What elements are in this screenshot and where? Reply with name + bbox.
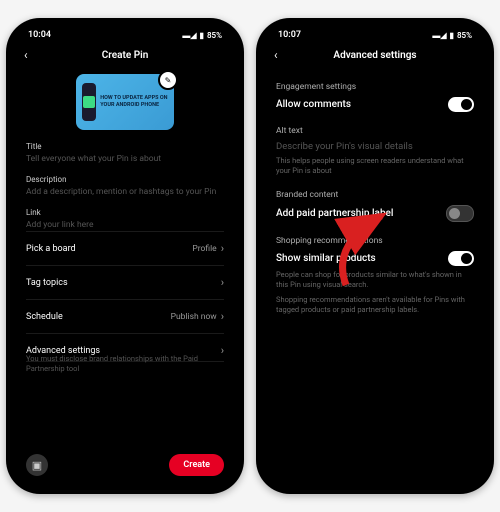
shopping-help-1: People can shop for products similar to … [276,270,474,290]
allow-comments-toggle[interactable] [448,97,474,112]
pin-image-phone-icon [82,83,96,121]
chevron-right-icon: › [221,276,224,289]
chevron-right-icon: › [221,344,224,357]
row-tag-topics[interactable]: Tag topics › [26,265,224,299]
footer: ▣ Create [14,446,236,486]
alt-text-help: This helps people using screen readers u… [276,156,474,176]
battery-icon: ▮ [450,31,454,40]
link-input[interactable]: Add your link here [26,220,224,231]
alt-text-input[interactable]: Describe your Pin's visual details [276,141,474,152]
row-advanced-sub: You must disclose brand relationships wi… [26,354,224,382]
battery-pct: 85% [457,31,472,40]
android-icon [83,96,95,108]
notch [330,18,420,36]
paid-partnership-label: Add paid partnership label [276,208,393,219]
branded-label: Branded content [276,190,474,200]
status-time: 10:07 [278,30,301,40]
chevron-right-icon: › [221,310,224,323]
status-right: ▬◢ ▮ 85% [182,31,222,40]
paid-partnership-toggle[interactable] [446,205,474,222]
allow-comments-label: Allow comments [276,99,351,110]
pin-image[interactable]: How to update apps on your Android phone… [76,74,174,130]
edit-icon[interactable]: ✎ [158,70,178,90]
battery-icon: ▮ [200,31,204,40]
similar-products-label: Show similar products [276,253,376,264]
row-pick-board[interactable]: Pick a board Profile› [26,231,224,265]
row-schedule-label: Schedule [26,312,63,322]
row-board-value: Profile› [192,242,224,255]
status-time: 10:04 [28,30,51,40]
status-right: ▬◢ ▮ 85% [432,31,472,40]
similar-products-toggle[interactable] [448,251,474,266]
link-label: Link [26,208,224,217]
alt-text-label: Alt text [276,126,474,136]
header: ‹ Create Pin [14,42,236,68]
pin-image-wrap: How to update apps on your Android phone… [26,74,224,130]
header: ‹ Advanced settings [264,42,486,68]
back-icon[interactable]: ‹ [24,48,34,62]
create-button[interactable]: Create [169,454,224,476]
content: How to update apps on your Android phone… [14,68,236,468]
title-label: Title [26,142,224,151]
row-allow-comments: Allow comments [276,97,474,112]
title-input[interactable]: Tell everyone what your Pin is about [26,154,224,165]
row-similar-products: Show similar products [276,251,474,266]
row-paid-partnership: Add paid partnership label [276,205,474,222]
description-label: Description [26,175,224,184]
row-board-label: Pick a board [26,244,76,254]
chevron-right-icon: › [221,242,224,255]
signal-icon: ▬◢ [432,31,446,40]
row-tags-label: Tag topics [26,278,68,288]
shopping-help-2: Shopping recommendations aren't availabl… [276,295,474,315]
battery-pct: 85% [207,31,222,40]
phone-left: 10:04 ▬◢ ▮ 85% ‹ Create Pin How to updat… [6,18,244,494]
back-icon[interactable]: ‹ [274,48,284,62]
screen-advanced-settings: 10:07 ▬◢ ▮ 85% ‹ Advanced settings Engag… [264,26,486,486]
row-schedule-value: Publish now› [171,310,224,323]
screen-create-pin: 10:04 ▬◢ ▮ 85% ‹ Create Pin How to updat… [14,26,236,486]
row-schedule[interactable]: Schedule Publish now› [26,299,224,333]
page-title: Advanced settings [284,50,466,61]
notch [80,18,170,36]
media-icon[interactable]: ▣ [26,454,48,476]
description-input[interactable]: Add a description, mention or hashtags t… [26,187,224,198]
page-title: Create Pin [34,50,216,61]
content: Engagement settings Allow comments Alt t… [264,68,486,468]
signal-icon: ▬◢ [182,31,196,40]
engagement-label: Engagement settings [276,82,474,92]
pin-image-text: How to update apps on your Android phone [100,95,170,108]
shopping-label: Shopping recommendations [276,236,474,246]
phone-right: 10:07 ▬◢ ▮ 85% ‹ Advanced settings Engag… [256,18,494,494]
